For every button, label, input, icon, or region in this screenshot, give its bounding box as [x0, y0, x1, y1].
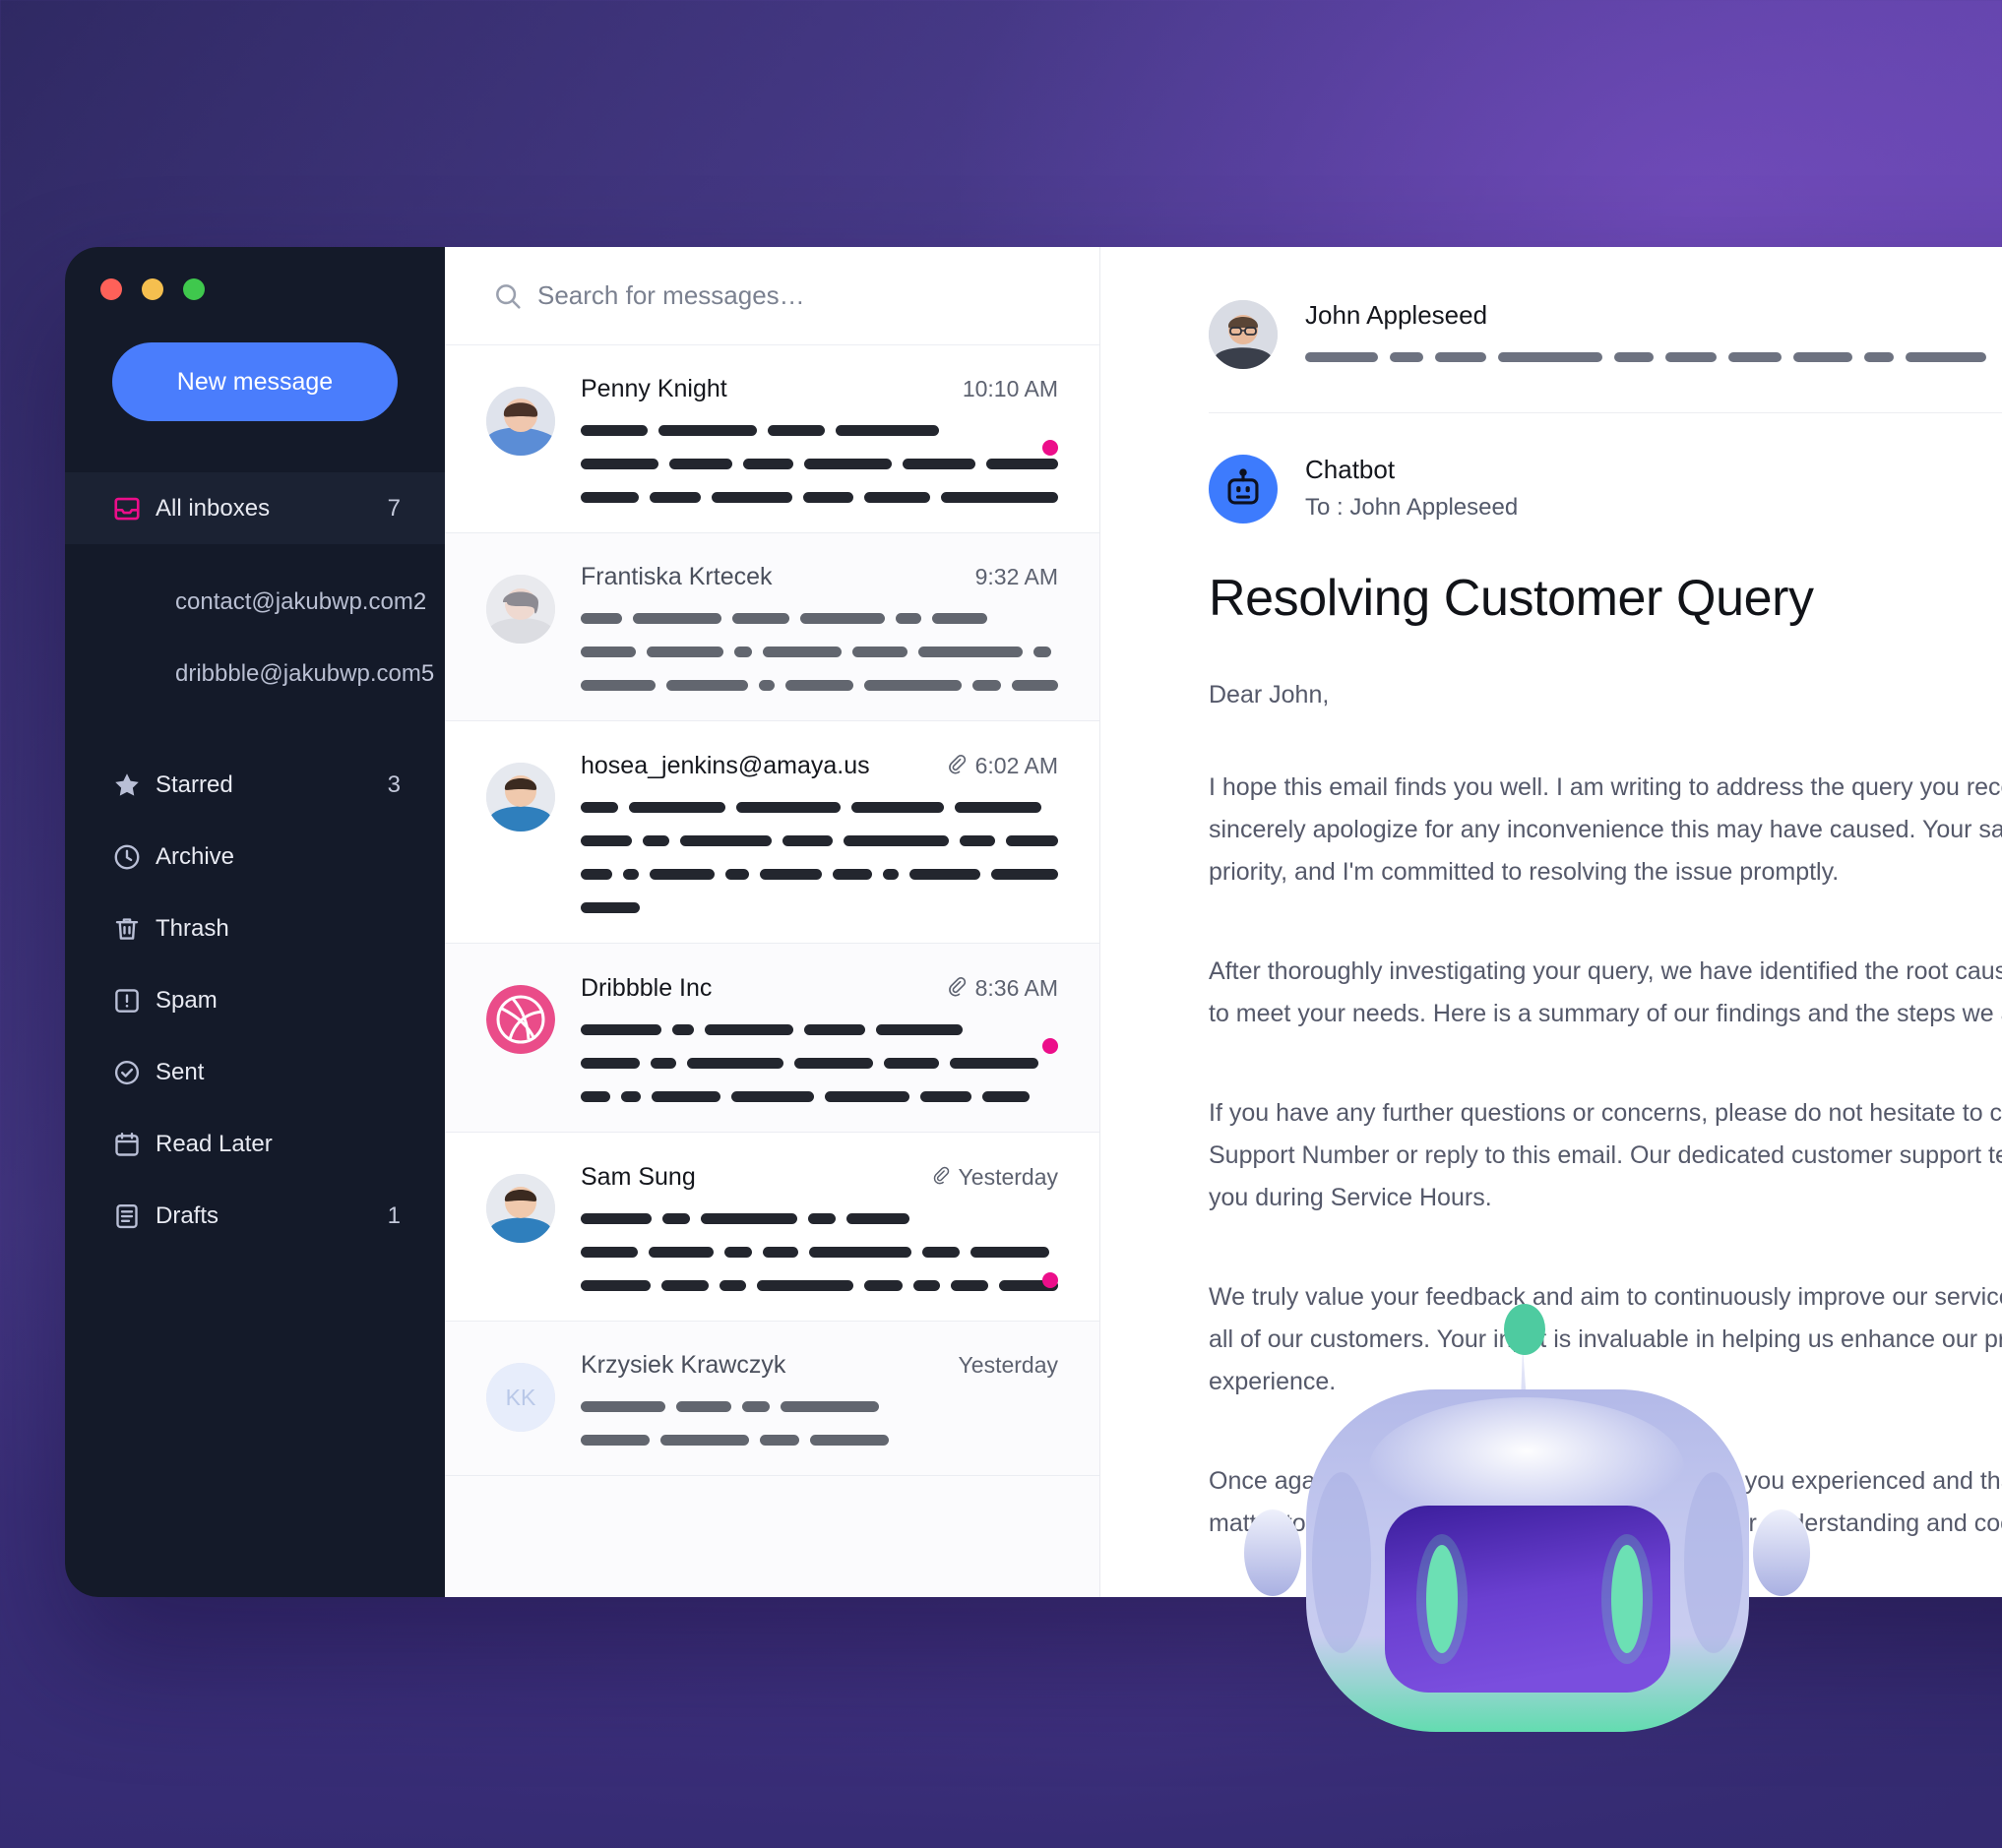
sidebar: New message All inboxes 7 contact@jakubw…	[65, 247, 445, 1597]
email-paragraph: If you have any further questions or con…	[1209, 1099, 2002, 1211]
sidebar-item-count: 1	[387, 1201, 401, 1229]
email-paragraph: I hope this email finds you well. I am w…	[1209, 773, 2002, 886]
message-preview	[581, 1213, 1058, 1291]
message-sender: hosea_jenkins@amaya.us	[581, 751, 870, 779]
attachment-icon	[945, 751, 967, 780]
message-time: Yesterday	[958, 1163, 1058, 1190]
sidebar-item-label: Sent	[156, 1058, 205, 1085]
message-time: 9:32 AM	[974, 564, 1058, 589]
sidebar-item-label: All inboxes	[156, 494, 271, 522]
message-list: Penny Knight 10:10 AM Frantiska Krtecek …	[445, 247, 1100, 1597]
message-list-item[interactable]: Sam Sung Yesterday	[445, 1133, 1099, 1322]
sidebar-item-count: 5	[420, 659, 435, 687]
trash-icon	[112, 914, 156, 944]
document-icon	[112, 1201, 156, 1231]
message-sender: Dribbble Inc	[581, 973, 713, 1002]
email-greeting: Dear John,	[1209, 681, 1330, 708]
sidebar-item-archive[interactable]: Archive	[65, 821, 445, 893]
minimize-window-button[interactable]	[142, 278, 163, 300]
chatbot-robot-illustration	[1244, 1304, 1810, 1732]
message-meta: Yesterday	[930, 1162, 1058, 1192]
message-time: Yesterday	[958, 1352, 1058, 1378]
sidebar-item-read-later[interactable]: Read Later	[65, 1108, 445, 1180]
unread-indicator	[1042, 1272, 1058, 1288]
sidebar-item-drafts[interactable]: Drafts 1	[65, 1180, 445, 1252]
message-meta: 6:02 AM	[945, 751, 1058, 780]
check-circle-icon	[112, 1058, 156, 1087]
maximize-window-button[interactable]	[183, 278, 205, 300]
unread-indicator	[1042, 440, 1058, 456]
message-time: 6:02 AM	[974, 752, 1058, 778]
message-sender: Sam Sung	[581, 1162, 696, 1191]
message-list-item[interactable]: hosea_jenkins@amaya.us 6:02 AM	[445, 721, 1099, 944]
avatar	[486, 387, 555, 456]
calendar-icon	[112, 1130, 156, 1159]
avatar-initials: KK	[486, 1363, 555, 1432]
search-bar	[445, 247, 1099, 345]
sidebar-item-count: 3	[387, 770, 401, 798]
sidebar-item-label: Read Later	[156, 1130, 273, 1157]
message-preview	[581, 802, 1059, 913]
avatar	[486, 1174, 555, 1243]
avatar	[486, 763, 555, 832]
email-subject: Resolving Customer Query	[1209, 570, 1814, 627]
sidebar-item-label: Starred	[156, 770, 233, 798]
avatar	[1209, 300, 1278, 369]
sidebar-item-all-inboxes[interactable]: All inboxes 7	[65, 472, 445, 544]
window-traffic-lights	[65, 247, 445, 300]
sidebar-item-label: contact@jakubwp.com	[175, 587, 413, 615]
svg-text:KK: KK	[506, 1385, 536, 1410]
sidebar-item-account-contact[interactable]: contact@jakubwp.com 2	[65, 566, 445, 638]
message-sender: Frantiska Krtecek	[581, 563, 773, 590]
message-sender: Penny Knight	[581, 375, 727, 402]
reply-message-header: Chatbot To : John Appleseed	[1100, 413, 2002, 524]
message-list-item[interactable]: Penny Knight 10:10 AM	[445, 345, 1099, 533]
message-time: 10:10 AM	[962, 376, 1058, 401]
sidebar-item-label: Archive	[156, 842, 235, 870]
close-window-button[interactable]	[100, 278, 122, 300]
sidebar-nav: All inboxes 7 contact@jakubwp.com 2 drib…	[65, 472, 445, 1252]
original-message-header: John Appleseed	[1100, 247, 2002, 369]
clock-icon	[112, 842, 156, 872]
sidebar-item-label: Thrash	[156, 914, 229, 942]
sidebar-item-count: 7	[387, 494, 401, 522]
avatar	[486, 985, 555, 1054]
sidebar-item-label: Drafts	[156, 1201, 219, 1229]
search-input[interactable]	[537, 280, 1099, 311]
sidebar-item-thrash[interactable]: Thrash	[65, 893, 445, 964]
sidebar-item-account-dribbble[interactable]: dribbble@jakubwp.com 5	[65, 638, 445, 709]
message-meta: 8:36 AM	[945, 973, 1058, 1003]
message-preview	[581, 1024, 1058, 1102]
sidebar-item-label: Spam	[156, 986, 218, 1014]
sidebar-item-starred[interactable]: Starred 3	[65, 749, 445, 821]
new-message-button[interactable]: New message	[112, 342, 398, 421]
message-preview	[581, 613, 1058, 691]
reply-recipient: To : John Appleseed	[1305, 494, 1519, 521]
reply-sender-name: Chatbot	[1305, 455, 1396, 484]
sender-name: John Appleseed	[1305, 300, 1488, 330]
attachment-icon	[930, 1162, 950, 1192]
star-icon	[112, 770, 156, 800]
warning-icon	[112, 986, 156, 1016]
attachment-icon	[945, 973, 967, 1003]
chatbot-avatar	[1209, 455, 1278, 524]
message-list-item[interactable]: Dribbble Inc 8:36 AM	[445, 944, 1099, 1133]
message-sender: Krzysiek Krawczyk	[581, 1351, 786, 1379]
email-paragraph: After thoroughly investigating your quer…	[1209, 957, 2002, 1027]
message-preview	[581, 425, 1058, 503]
sidebar-item-sent[interactable]: Sent	[65, 1036, 445, 1108]
search-icon	[492, 280, 537, 312]
sidebar-item-spam[interactable]: Spam	[65, 964, 445, 1036]
avatar	[486, 575, 555, 644]
inbox-icon	[112, 494, 156, 524]
sidebar-item-label: dribbble@jakubwp.com	[175, 659, 421, 687]
message-list-item[interactable]: Frantiska Krtecek 9:32 AM	[445, 533, 1099, 752]
message-preview	[581, 1401, 1058, 1446]
message-list-item[interactable]: KK Krzysiek Krawczyk Yesterday	[445, 1322, 1099, 1476]
message-time: 8:36 AM	[974, 974, 1058, 1001]
sidebar-item-count: 2	[412, 587, 427, 615]
unread-indicator	[1042, 1038, 1058, 1054]
subject-placeholder-bars	[1305, 352, 2002, 362]
